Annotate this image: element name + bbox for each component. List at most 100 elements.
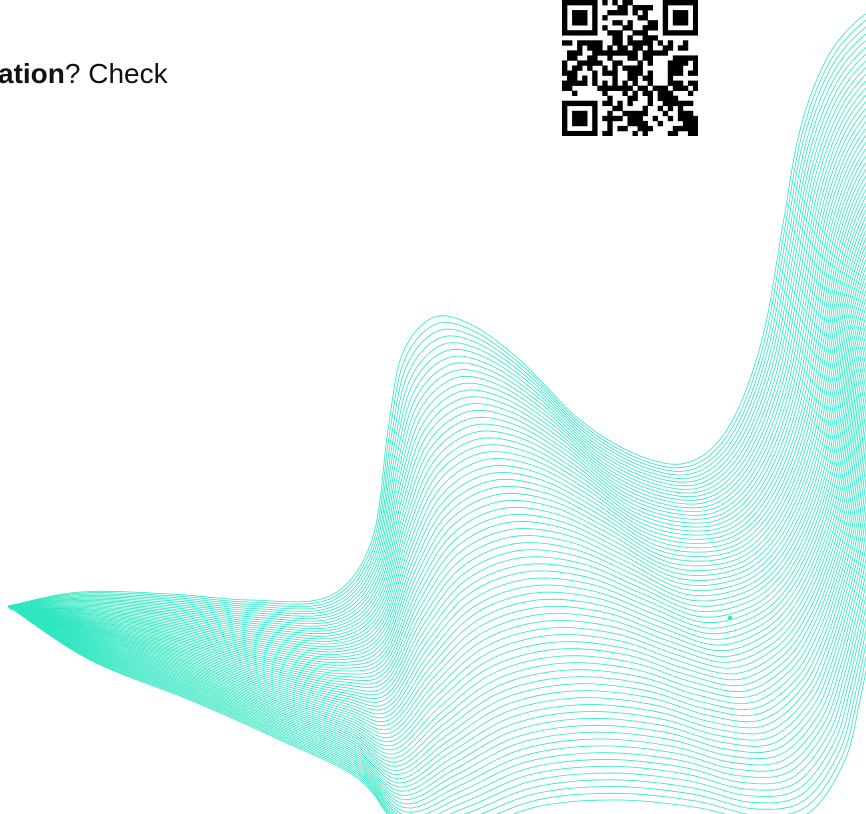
qr-module: [572, 115, 578, 122]
qr-module: [577, 30, 583, 36]
qr-module: [617, 85, 623, 91]
wave-line: [8, 569, 866, 809]
qr-module: [567, 70, 573, 76]
qr-module: [572, 55, 578, 61]
qr-module: [617, 20, 623, 26]
qr-module: [642, 90, 648, 97]
qr-module: [662, 100, 669, 107]
qr-module: [692, 25, 698, 31]
wave-line: [9, 100, 866, 635]
wave-lines-decoration: [7, 13, 866, 814]
qr-module: [657, 105, 664, 112]
qr-module: [647, 25, 653, 31]
qr-module: [692, 0, 698, 6]
qr-module: [577, 40, 583, 46]
wave-line: [14, 265, 866, 707]
qr-module: [682, 45, 689, 51]
qr-module: [682, 85, 689, 91]
qr-module: [647, 50, 653, 56]
wave-line: [10, 114, 866, 640]
wave-line: [10, 492, 866, 788]
wave-line: [7, 26, 866, 608]
wave-line: [13, 195, 866, 672]
qr-module: [677, 80, 684, 86]
qr-module: [657, 120, 664, 127]
qr-module: [582, 60, 588, 66]
qr-module: [562, 85, 568, 91]
qr-module: [682, 15, 689, 21]
qr-module: [667, 45, 674, 51]
qr-module: [652, 25, 659, 31]
qr-module: [632, 110, 638, 117]
wave-line: [12, 161, 866, 658]
qr-module: [612, 0, 618, 6]
qr-module: [577, 130, 583, 136]
qr-module: [692, 10, 698, 16]
qr-module: [672, 65, 679, 71]
qr-module: [612, 75, 618, 81]
wave-line: [14, 280, 866, 715]
qr-module: [677, 115, 684, 122]
qr-module: [627, 65, 633, 71]
qr-module: [667, 0, 674, 6]
qr-module: [682, 120, 689, 127]
qr-module: [637, 120, 643, 127]
qr-module: [587, 0, 593, 6]
qr-module: [632, 40, 638, 46]
wave-line: [9, 80, 866, 627]
qr-module: [677, 60, 684, 66]
qr-module: [572, 50, 578, 56]
qr-module: [652, 35, 659, 41]
qr-module: [562, 60, 568, 66]
qr-module: [632, 115, 638, 122]
qr-module: [692, 115, 698, 122]
qr-module: [562, 25, 568, 31]
qr-module: [637, 60, 643, 66]
qr-module: [622, 85, 628, 91]
qr-module: [582, 30, 588, 36]
qr-module: [587, 40, 593, 46]
qr-module: [607, 100, 613, 107]
qr-module: [562, 30, 568, 36]
qr-module: [692, 70, 698, 76]
qr-module: [682, 55, 689, 61]
qr-module: [592, 0, 598, 6]
qr-module: [577, 10, 583, 16]
qr-module: [562, 40, 568, 46]
qr-module: [632, 80, 638, 86]
qr-module: [617, 100, 623, 107]
qr-module: [672, 80, 679, 86]
qr-module: [627, 115, 633, 122]
qr-module: [642, 5, 648, 11]
qr-module: [587, 30, 593, 36]
qr-module: [677, 85, 684, 91]
qr-module: [657, 90, 664, 97]
qr-module: [612, 60, 618, 66]
qr-module: [602, 0, 608, 6]
qr-module: [602, 50, 608, 56]
qr-module: [577, 110, 583, 117]
qr-module: [577, 60, 583, 66]
qr-module: [667, 80, 674, 86]
qr-module: [672, 70, 679, 76]
qr-module: [642, 125, 648, 132]
qr-module: [642, 35, 648, 41]
qr-module: [657, 85, 664, 91]
qr-module: [682, 100, 689, 107]
wave-line: [8, 581, 866, 813]
qr-module: [642, 85, 648, 91]
qr-module: [562, 80, 568, 86]
qr-module: [572, 120, 578, 127]
qr-module: [577, 80, 583, 86]
qr-module: [632, 5, 638, 11]
qr-module: [577, 50, 583, 56]
qr-module: [667, 100, 674, 107]
qr-module: [592, 125, 598, 132]
qr-module: [562, 115, 568, 122]
qr-module: [632, 75, 638, 81]
qr-module: [677, 20, 684, 26]
qr-module: [662, 30, 669, 36]
qr-module: [617, 10, 623, 16]
qr-module: [632, 130, 638, 136]
qr-module: [632, 10, 638, 16]
